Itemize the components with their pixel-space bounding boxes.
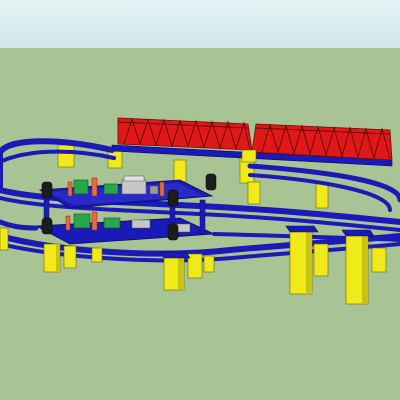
green-board: [103, 217, 121, 229]
orange-post: [91, 211, 98, 231]
orange-post: [67, 181, 73, 197]
bridge-end-pier: [241, 149, 257, 163]
pier: [57, 144, 75, 168]
pier: [203, 255, 215, 273]
green-board: [73, 213, 91, 229]
pier: [91, 247, 103, 263]
model-viewport[interactable]: [0, 0, 400, 400]
orange-post: [91, 177, 98, 197]
pier: [187, 253, 203, 279]
pier-shade: [56, 244, 60, 272]
pier: [371, 247, 387, 273]
pier: [0, 227, 9, 251]
gray-box-top: [123, 175, 145, 182]
signal-lamp: [41, 217, 53, 235]
gray-box: [149, 185, 159, 195]
gray-box: [131, 219, 151, 229]
signal-lamp: [167, 223, 179, 241]
sky: [0, 0, 400, 48]
signal-lamp: [167, 189, 179, 207]
pier: [315, 183, 329, 209]
pier: [313, 243, 329, 277]
pier: [63, 245, 77, 269]
orange-post: [159, 181, 165, 197]
pier: [247, 181, 261, 205]
pier-shade: [306, 228, 312, 294]
signal-lamp: [205, 173, 217, 191]
pier-shade: [362, 232, 368, 304]
green-board: [103, 183, 119, 195]
signal-lamp: [41, 181, 53, 199]
orange-post: [65, 215, 71, 231]
pier-shade: [178, 256, 184, 290]
pier: [173, 159, 187, 183]
green-board: [73, 179, 89, 195]
track-layout-scene: [0, 0, 400, 400]
gray-box: [121, 179, 147, 195]
